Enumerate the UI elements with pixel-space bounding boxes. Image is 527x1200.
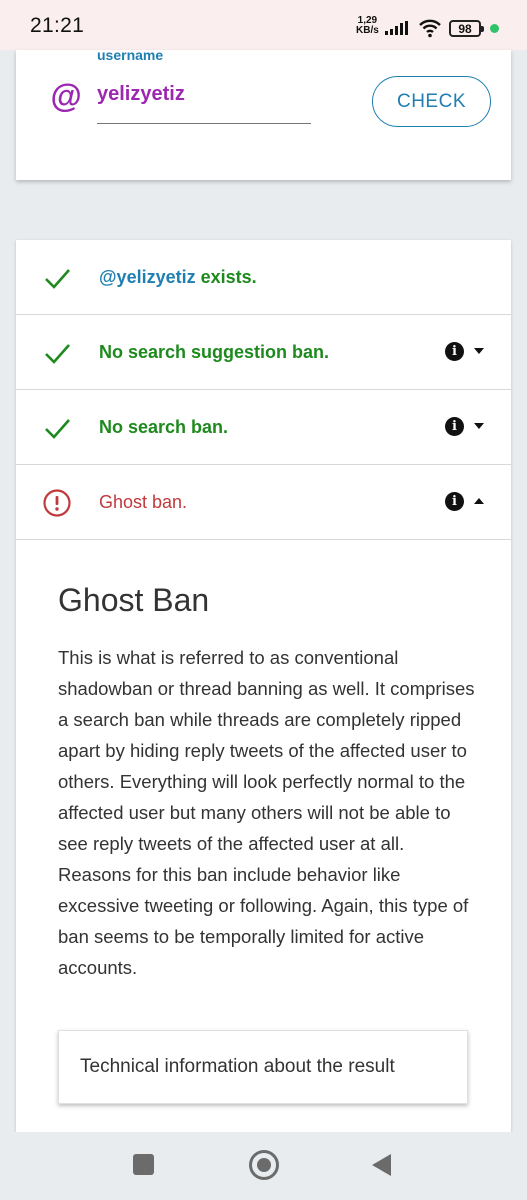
result-text: @yelizyetiz exists. — [99, 267, 257, 287]
results-card: @yelizyetiz exists. No search suggestion… — [16, 240, 511, 1132]
back-icon[interactable] — [370, 1153, 392, 1177]
check-icon — [45, 419, 70, 439]
caret-up-icon[interactable] — [474, 498, 484, 504]
result-text: No search suggestion ban. — [99, 342, 330, 362]
result-row-exists: @yelizyetiz exists. — [16, 240, 511, 315]
notification-dot — [490, 24, 499, 33]
username-label: username — [97, 47, 164, 63]
alert-circle-icon — [43, 489, 71, 517]
result-row-search-ban[interactable]: No search ban. i — [16, 390, 511, 465]
result-row-search-suggestion[interactable]: No search suggestion ban. i — [16, 315, 511, 390]
result-text: No search ban. — [99, 417, 229, 437]
check-icon — [45, 344, 70, 364]
network-speed: 1,29 KB/s — [356, 15, 379, 36]
wifi-icon — [419, 19, 441, 38]
caret-down-icon[interactable] — [474, 348, 484, 354]
info-icon[interactable]: i — [445, 342, 464, 361]
result-text: Ghost ban. — [99, 492, 188, 512]
recent-apps-icon[interactable] — [133, 1154, 154, 1175]
at-icon: @ — [50, 78, 82, 114]
technical-info-button[interactable]: Technical information about the result — [58, 1030, 468, 1104]
username-input[interactable] — [97, 80, 311, 124]
navigation-bar — [0, 1132, 527, 1200]
check-icon — [45, 269, 70, 289]
signal-icon — [385, 21, 408, 35]
battery-icon: 98 — [449, 20, 484, 37]
battery-level: 98 — [458, 21, 472, 36]
result-row-ghost-ban[interactable]: Ghost ban. i — [16, 465, 511, 540]
caret-down-icon[interactable] — [474, 423, 484, 429]
info-icon[interactable]: i — [445, 492, 464, 511]
home-icon[interactable] — [249, 1150, 279, 1180]
status-bar: 21:21 1,29 KB/s 98 — [0, 0, 527, 50]
info-icon[interactable]: i — [445, 417, 464, 436]
check-button[interactable]: CHECK — [372, 76, 491, 127]
status-time: 21:21 — [30, 14, 85, 37]
detail-body: This is what is referred to as conventio… — [58, 647, 475, 978]
detail-title: Ghost Ban — [58, 582, 210, 618]
username-handle[interactable]: @yelizyetiz — [99, 267, 196, 287]
username-card: username @ CHECK — [16, 47, 511, 180]
